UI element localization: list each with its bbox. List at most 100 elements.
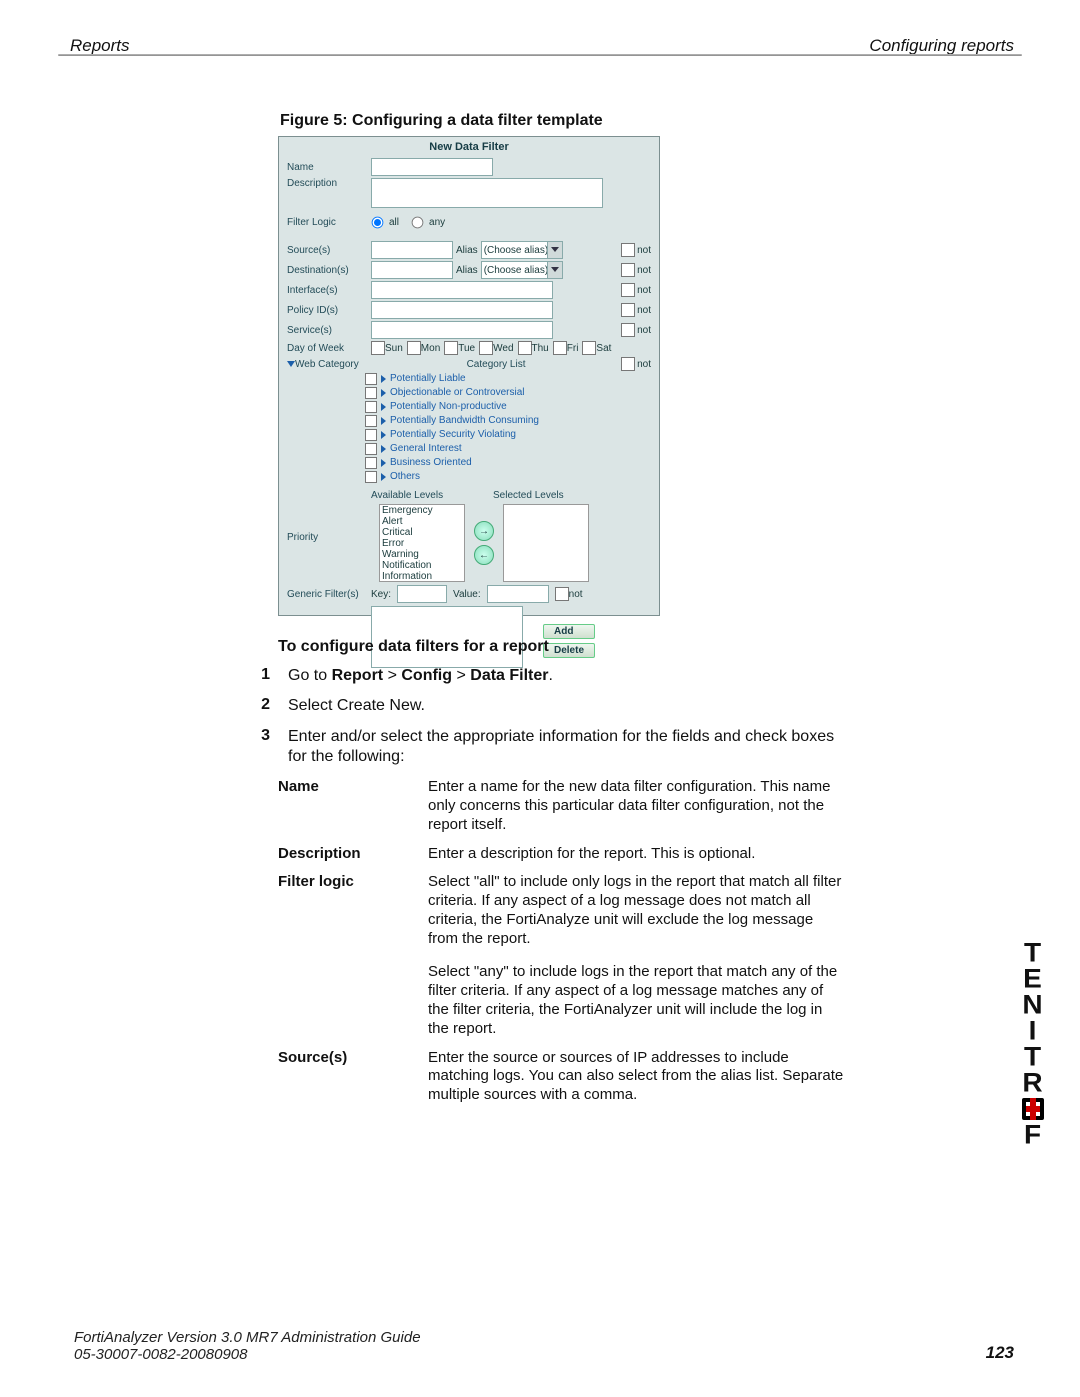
definition-desc: Enter a name for the new data filter con… [428, 778, 844, 835]
priority-option[interactable]: Emergency [380, 505, 464, 516]
filter-row-input[interactable] [371, 301, 553, 319]
filter-row-label: Policy ID(s) [287, 305, 371, 316]
filter-row-label: Service(s) [287, 325, 371, 336]
selected-levels-label: Selected Levels [493, 490, 564, 501]
filter-row-label: Source(s) [287, 245, 371, 256]
filter-row-input[interactable] [371, 261, 453, 279]
definition-desc: Enter the source or sources of IP addres… [428, 1049, 844, 1106]
category-label: Objectionable or Controversial [390, 386, 525, 400]
generic-not-checkbox[interactable] [555, 587, 569, 601]
step-1: 1 Go to Report > Config > Data Filter. [254, 666, 844, 686]
filter-row: Policy ID(s) not [279, 300, 659, 320]
generic-filters-label: Generic Filter(s) [287, 589, 371, 600]
category-checkbox[interactable] [365, 415, 377, 427]
filter-logic-any-radio[interactable]: any [411, 216, 445, 229]
step-3: 3 Enter and/or select the appropriate in… [254, 727, 844, 768]
category-list-label: Category List [371, 359, 621, 370]
not-checkbox[interactable] [621, 243, 635, 257]
category-tree-row[interactable]: Potentially Liable [365, 372, 651, 386]
dow-checkbox[interactable]: Sun [371, 341, 405, 355]
not-label: not [637, 305, 651, 316]
fortinet-brand-logo: TENITRF [1022, 940, 1044, 1148]
category-checkbox[interactable] [365, 387, 377, 399]
category-checkbox[interactable] [365, 429, 377, 441]
not-checkbox[interactable] [621, 283, 635, 297]
category-tree-row[interactable]: Potentially Bandwidth Consuming [365, 414, 651, 428]
priority-option[interactable]: Notification [380, 560, 464, 571]
category-checkbox[interactable] [365, 471, 377, 483]
category-tree-row[interactable]: Potentially Non-productive [365, 400, 651, 414]
filter-row-input[interactable] [371, 281, 553, 299]
filter-row: Destination(s)Alias(Choose alias)not [279, 260, 659, 280]
priority-option[interactable]: Alert [380, 516, 464, 527]
header-rule [58, 54, 1022, 56]
not-checkbox[interactable] [621, 303, 635, 317]
alias-select[interactable]: (Choose alias) [481, 261, 563, 279]
priority-option[interactable]: Warning [380, 549, 464, 560]
definition-term: Description [278, 845, 398, 864]
dow-checkbox[interactable]: Tue [444, 341, 477, 355]
expand-icon[interactable] [381, 417, 386, 425]
filter-row-input[interactable] [371, 241, 453, 259]
expand-icon[interactable] [381, 459, 386, 467]
description-input[interactable] [371, 178, 603, 208]
generic-key-input[interactable] [397, 585, 447, 603]
filter-row: Interface(s)not [279, 280, 659, 300]
dow-checkbox[interactable]: Fri [553, 341, 581, 355]
not-checkbox[interactable] [621, 323, 635, 337]
section-heading: To configure data filters for a report [278, 638, 844, 656]
webcat-collapse-icon[interactable] [287, 361, 295, 367]
dow-checkbox[interactable]: Thu [518, 341, 551, 355]
category-label: Potentially Liable [390, 372, 466, 386]
dialog-title: New Data Filter [279, 137, 659, 157]
not-checkbox[interactable] [621, 263, 635, 277]
category-checkbox[interactable] [365, 401, 377, 413]
dow-label: Day of Week [287, 343, 371, 354]
move-left-button[interactable]: ← [474, 545, 494, 565]
definition-desc: Select "all" to include only logs in the… [428, 873, 844, 1038]
figure-caption: Figure 5: Configuring a data filter temp… [280, 112, 603, 130]
priority-option[interactable]: Information [380, 571, 464, 582]
alias-label: Alias [456, 265, 478, 276]
category-tree-row[interactable]: Potentially Security Violating [365, 428, 651, 442]
expand-icon[interactable] [381, 473, 386, 481]
priority-option[interactable]: Error [380, 538, 464, 549]
dow-checkbox[interactable]: Sat [582, 341, 613, 355]
not-label: not [637, 285, 651, 296]
filter-row-input[interactable] [371, 321, 553, 339]
expand-icon[interactable] [381, 403, 386, 411]
priority-option[interactable]: Critical [380, 527, 464, 538]
category-checkbox[interactable] [365, 443, 377, 455]
category-label: Others [390, 470, 420, 484]
definition-row: Filter logicSelect "all" to include only… [278, 873, 844, 1038]
expand-icon[interactable] [381, 445, 386, 453]
move-right-button[interactable]: → [474, 521, 494, 541]
category-checkbox[interactable] [365, 457, 377, 469]
name-input[interactable] [371, 158, 493, 176]
category-tree-row[interactable]: Others [365, 470, 651, 484]
category-label: Potentially Security Violating [390, 428, 516, 442]
generic-value-input[interactable] [487, 585, 549, 603]
category-label: Business Oriented [390, 456, 472, 470]
filter-row-label: Destination(s) [287, 265, 371, 276]
selected-levels-listbox[interactable] [503, 504, 589, 582]
dow-checkbox[interactable]: Wed [479, 341, 515, 355]
key-label: Key: [371, 589, 391, 600]
category-tree-row[interactable]: Business Oriented [365, 456, 651, 470]
filter-row: Service(s)not [279, 320, 659, 340]
header-right: Configuring reports [869, 36, 1014, 56]
category-checkbox[interactable] [365, 373, 377, 385]
filter-logic-label: Filter Logic [287, 217, 371, 228]
alias-select[interactable]: (Choose alias) [481, 241, 563, 259]
expand-icon[interactable] [381, 375, 386, 383]
available-levels-listbox[interactable]: EmergencyAlertCriticalErrorWarningNotifi… [379, 504, 465, 582]
category-tree-row[interactable]: Objectionable or Controversial [365, 386, 651, 400]
expand-icon[interactable] [381, 389, 386, 397]
filter-logic-all-radio[interactable]: all [371, 216, 399, 229]
expand-icon[interactable] [381, 431, 386, 439]
category-tree-row[interactable]: General Interest [365, 442, 651, 456]
dow-checkbox[interactable]: Mon [407, 341, 442, 355]
available-levels-label: Available Levels [371, 490, 471, 501]
webcat-not-checkbox[interactable] [621, 357, 635, 371]
webcat-label: Web Category [295, 359, 371, 370]
